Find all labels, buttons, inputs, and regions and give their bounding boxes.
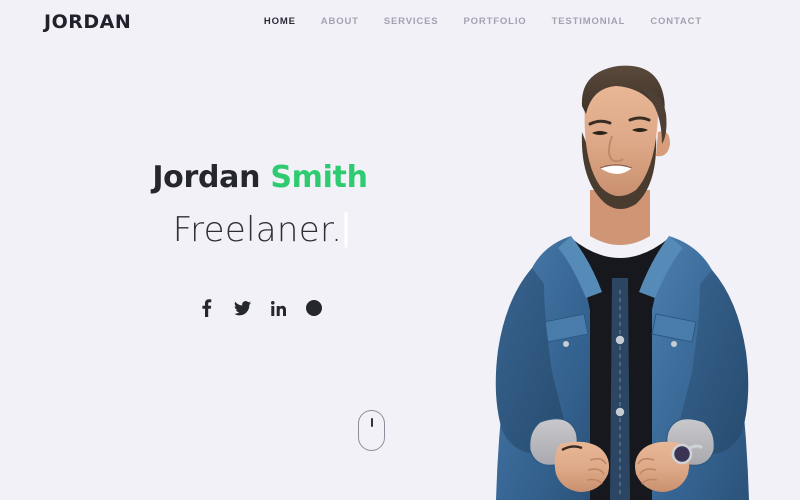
twitter-icon[interactable] [233,299,251,318]
pinterest-icon[interactable] [306,299,323,318]
nav-item-contact[interactable]: CONTACT [650,17,702,27]
hero-first-name: Jordan [152,159,261,195]
nav-item-services[interactable]: SERVICES [384,17,439,27]
hero-content: Jordan Smith Freelaner. [0,0,520,500]
facebook-icon[interactable] [198,299,215,318]
hero-last-name: Smith [270,159,368,195]
site-logo[interactable]: JORDAN [44,12,131,32]
nav-item-home[interactable]: HOME [264,17,296,27]
hero-role-line: Freelaner. [172,209,348,250]
linkedin-icon[interactable] [270,299,287,318]
hero-section: JORDAN HOME ABOUT SERVICES PORTFOLIO TES… [0,0,800,500]
hero-heading: Jordan Smith [152,159,368,195]
hero-typed-role: Freelaner. [172,209,343,250]
site-header: JORDAN HOME ABOUT SERVICES PORTFOLIO TES… [0,0,800,44]
typing-caret [345,212,348,247]
social-links [198,299,323,318]
main-navigation: HOME ABOUT SERVICES PORTFOLIO TESTIMONIA… [264,17,760,27]
mouse-scroll-icon[interactable] [358,410,385,451]
nav-item-testimonial[interactable]: TESTIMONIAL [552,17,626,27]
nav-item-portfolio[interactable]: PORTFOLIO [463,17,526,27]
nav-item-about[interactable]: ABOUT [321,17,359,27]
